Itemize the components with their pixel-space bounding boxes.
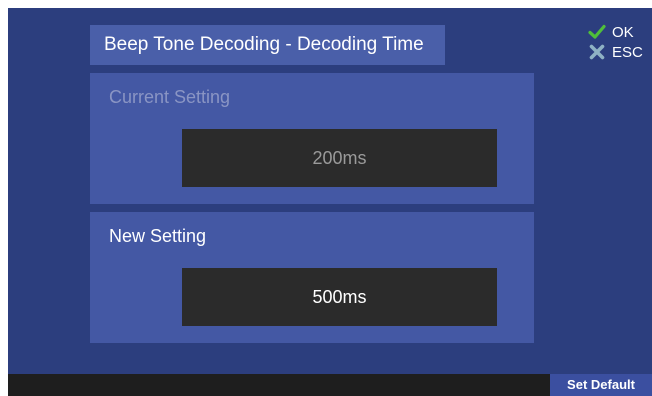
- ok-button[interactable]: OK: [588, 22, 652, 42]
- set-default-button[interactable]: Set Default: [550, 374, 652, 396]
- page-title: Beep Tone Decoding - Decoding Time: [90, 25, 445, 65]
- softkey-group: OK ESC: [588, 22, 652, 62]
- bottom-bar: Set Default: [8, 374, 652, 396]
- esc-button[interactable]: ESC: [588, 42, 652, 62]
- current-setting-panel: Current Setting 200ms: [90, 73, 534, 204]
- checkmark-icon: [588, 23, 606, 41]
- ok-label: OK: [612, 23, 634, 41]
- current-setting-value: 200ms: [182, 129, 497, 187]
- device-screen: Beep Tone Decoding - Decoding Time Curre…: [8, 8, 652, 396]
- new-setting-value-field[interactable]: 500ms: [182, 268, 497, 326]
- current-setting-label: Current Setting: [109, 87, 231, 107]
- cross-icon: [588, 43, 606, 61]
- new-setting-label: New Setting: [109, 226, 207, 246]
- new-setting-panel: New Setting 500ms: [90, 212, 534, 343]
- esc-label: ESC: [612, 43, 643, 61]
